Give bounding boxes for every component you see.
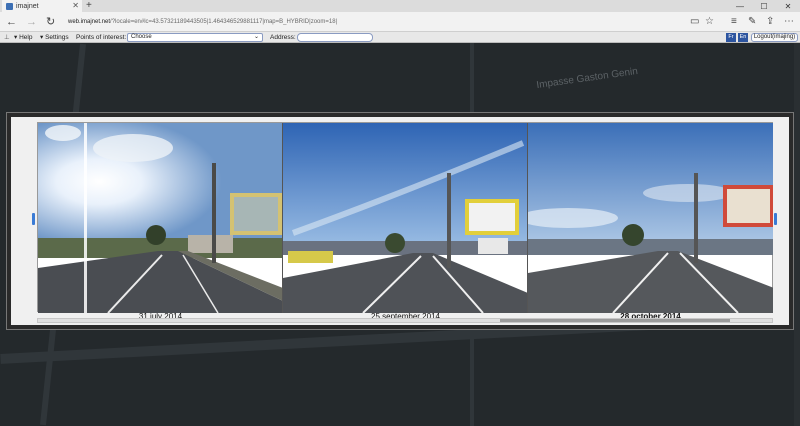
chevron-down-icon: ⌄	[253, 34, 259, 40]
refresh-icon[interactable]: ↻	[46, 15, 55, 29]
lang-en-button[interactable]: En	[738, 33, 748, 42]
minimize-icon[interactable]: —	[728, 0, 752, 12]
history-viewer-panel: 31 july 2014 25 september 2014 28 octobe…	[11, 117, 789, 325]
maximize-icon[interactable]: ☐	[752, 0, 776, 12]
lang-fr-button[interactable]: Fr	[726, 33, 736, 42]
new-tab-button[interactable]: +	[86, 0, 92, 12]
favorite-star-icon[interactable]: ☆	[705, 15, 714, 29]
street-photo-3[interactable]	[528, 123, 773, 313]
street-photo-2[interactable]	[283, 123, 528, 313]
back-arrow-icon[interactable]: ←	[6, 15, 17, 29]
reading-view-icon[interactable]: ▭	[690, 15, 699, 29]
help-label: Help	[19, 34, 33, 41]
favicon-icon	[6, 2, 13, 10]
left-edge-handle[interactable]	[32, 213, 35, 225]
share-icon[interactable]: ⇪	[766, 15, 774, 29]
poi-select[interactable]: Choose ⌄	[127, 33, 263, 42]
url-domain: web.imajnet.net	[68, 19, 111, 25]
photo-strip-scrollbar[interactable]	[37, 318, 773, 323]
right-edge-handle[interactable]	[774, 213, 777, 225]
address-input[interactable]	[297, 33, 373, 42]
pin-icon[interactable]: ⊥	[4, 33, 10, 42]
logout-button[interactable]: Logout(imajing)	[751, 33, 798, 42]
photo-strip: 31 july 2014 25 september 2014 28 octobe…	[37, 122, 773, 321]
browser-tab[interactable]: imajnet ✕	[2, 0, 82, 12]
web-note-icon[interactable]: ✎	[748, 15, 756, 29]
tab-close-icon[interactable]: ✕	[72, 1, 79, 10]
browser-nav-bar: ← → ↻ web.imajnet.net/?locale=en#lc=43.5…	[0, 12, 800, 32]
address-label: Address:	[270, 34, 296, 41]
settings-label: Settings	[45, 34, 69, 41]
forward-arrow-icon[interactable]: →	[26, 15, 37, 29]
url-path: /?locale=en#lc=43.57321189443505|1.46434…	[110, 19, 338, 25]
street-photo-1[interactable]	[38, 123, 283, 313]
close-window-icon[interactable]: ✕	[776, 0, 800, 12]
history-viewer-dialog: 31 july 2014 25 september 2014 28 octobe…	[6, 112, 794, 330]
scrollbar-thumb[interactable]	[500, 319, 730, 322]
poi-label: Points of interest:	[76, 34, 127, 41]
street-label: Impasse Gaston Genin	[535, 65, 639, 92]
browser-tab-strip: imajnet ✕ + — ☐ ✕	[0, 0, 800, 12]
hub-icon[interactable]: ≡	[731, 15, 737, 29]
help-menu[interactable]: ▾ Help	[14, 33, 32, 42]
more-icon[interactable]: ⋯	[784, 15, 794, 29]
window-controls: — ☐ ✕	[728, 0, 800, 12]
settings-menu[interactable]: ▾ Settings	[40, 33, 69, 42]
page-scrollbar[interactable]	[794, 43, 800, 426]
poi-selected-value: Choose	[131, 34, 152, 40]
tab-title: imajnet	[16, 2, 39, 10]
url-field[interactable]: web.imajnet.net/?locale=en#lc=43.5732118…	[68, 16, 668, 28]
app-toolbar: ⊥ ▾ Help ▾ Settings Points of interest: …	[0, 32, 800, 43]
